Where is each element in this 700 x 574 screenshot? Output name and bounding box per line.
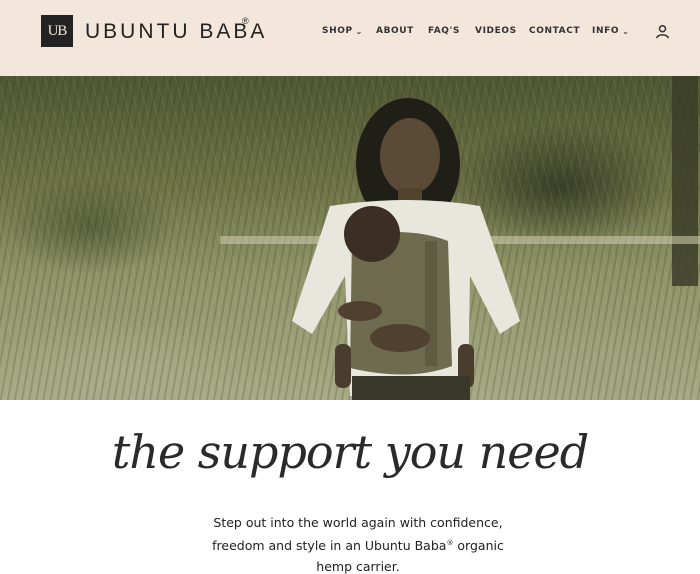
nav-item-shop[interactable]: SHOP ⌄: [322, 26, 363, 36]
intro-text: Step out into the world again with confi…: [200, 512, 516, 574]
nav-item-label: SHOP: [322, 26, 353, 36]
user-icon[interactable]: [655, 24, 670, 39]
nav-item-label: INFO: [592, 26, 620, 36]
intro-line-1: Step out into the world again with confi…: [213, 515, 503, 530]
intro-line-2b: organic: [453, 538, 504, 554]
nav-item-videos[interactable]: VIDEOS: [475, 26, 517, 36]
chevron-down-icon: ⌄: [355, 26, 363, 36]
intro-line-3: hemp carrier.: [316, 559, 400, 574]
nav-item-label: VIDEOS: [475, 26, 517, 36]
nav-item-label: CONTACT: [529, 26, 581, 36]
nav-item-info[interactable]: INFO ⌄: [592, 26, 629, 36]
nav-item-contact[interactable]: CONTACT: [529, 26, 580, 36]
hero-image: [0, 76, 700, 400]
main-nav: SHOP ⌄ ABOUT FAQ'S VIDEOS CONTACT INFO ⌄: [0, 26, 700, 40]
hero-photo-illustration: [220, 76, 700, 400]
site-header: UB UBUNTU BABA ® SHOP ⌄ ABOUT FAQ'S VIDE…: [0, 0, 700, 76]
nav-item-label: ABOUT: [376, 26, 414, 36]
nav-item-about[interactable]: ABOUT: [376, 26, 414, 36]
page-headline: the support you need: [111, 425, 589, 479]
chevron-down-icon: ⌄: [622, 26, 630, 36]
registered-mark: ®: [242, 16, 249, 26]
nav-item-label: FAQ'S: [428, 26, 460, 36]
intro-line-2a: freedom and style in an Ubuntu Baba: [212, 538, 447, 554]
nav-item-faqs[interactable]: FAQ'S: [428, 26, 460, 36]
